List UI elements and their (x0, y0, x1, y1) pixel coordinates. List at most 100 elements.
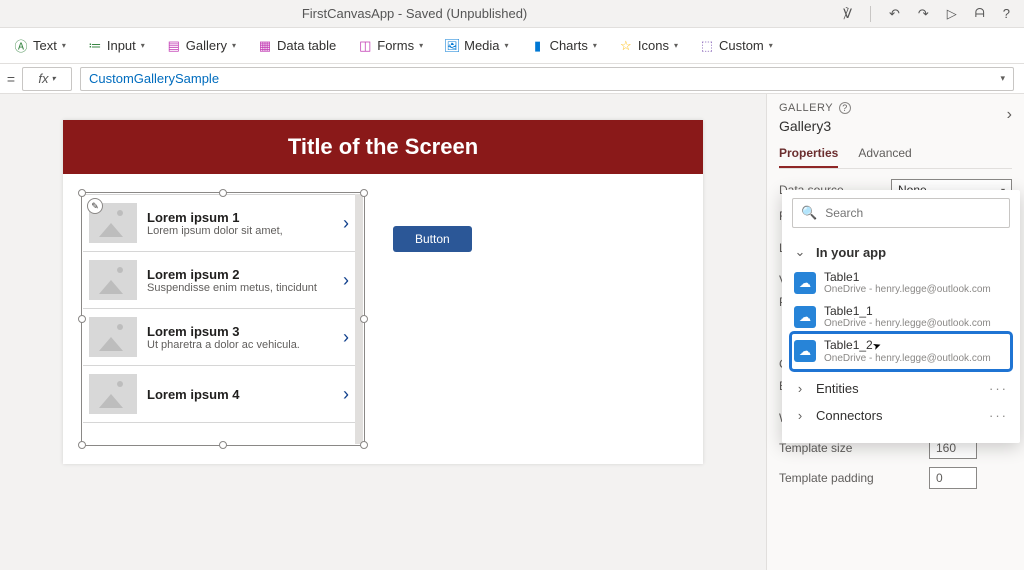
resize-handle[interactable] (219, 441, 227, 449)
gallery-control[interactable]: Lorem ipsum 1 Lorem ipsum dolor sit amet… (83, 194, 363, 444)
custom-icon: ⬚ (700, 39, 714, 53)
gallery-item[interactable]: Lorem ipsum 1 Lorem ipsum dolor sit amet… (83, 194, 355, 252)
chevron-right-icon[interactable]: › (343, 327, 349, 348)
ribbon-input[interactable]: ≔ Input▾ (88, 38, 145, 53)
data-source-item-title: Table1_1 (824, 305, 991, 318)
properties-panel: › GALLERY ? Gallery3 Properties Advanced… (766, 94, 1024, 570)
health-check-icon[interactable]: ℣ (843, 6, 852, 22)
control-name: Gallery3 (779, 118, 1012, 134)
chevron-right-icon[interactable]: › (343, 384, 349, 405)
data-source-search[interactable]: 🔍 (792, 198, 1010, 228)
template-padding-input[interactable]: 0 (929, 467, 977, 489)
ribbon-charts[interactable]: ▮ Charts▾ (531, 38, 597, 53)
data-source-item-sub: OneDrive - henry.legge@outlook.com (824, 353, 991, 364)
formula-expand-icon[interactable]: ▾ (1000, 73, 1005, 84)
gallery-item-title: Lorem ipsum 3 (147, 324, 333, 339)
equals-label: = (0, 71, 22, 87)
data-table-icon: ▦ (258, 39, 272, 53)
ribbon-custom[interactable]: ⬚ Custom▾ (700, 38, 773, 53)
gallery-item-subtitle: Lorem ipsum dolor sit amet, (147, 225, 333, 237)
search-icon: 🔍 (801, 205, 817, 221)
formula-input[interactable]: CustomGallerySample ▾ (80, 67, 1014, 91)
gallery-edit-icon[interactable]: ✎ (87, 198, 103, 214)
chevron-right-icon[interactable]: › (343, 270, 349, 291)
onedrive-icon: ☁ (794, 306, 816, 328)
gallery-item-title: Lorem ipsum 1 (147, 210, 333, 225)
play-icon[interactable]: ▷ (947, 6, 957, 22)
fx-selector[interactable]: fx▾ (22, 67, 72, 91)
formula-bar: = fx▾ CustomGallerySample ▾ (0, 64, 1024, 94)
ribbon-text[interactable]: Ⓐ Text▾ (14, 38, 66, 53)
more-icon[interactable]: ··· (989, 408, 1008, 423)
resize-handle[interactable] (360, 441, 368, 449)
more-icon[interactable]: ··· (989, 381, 1008, 396)
thumbnail-icon (89, 260, 137, 300)
section-entities[interactable]: › Entities ··· (792, 375, 1010, 402)
prop-label-template-size: Template size (779, 441, 929, 455)
chevron-right-icon: › (794, 408, 806, 423)
icons-icon: ☆ (619, 39, 633, 53)
gallery-icon: ▤ (167, 39, 181, 53)
text-icon: Ⓐ (14, 39, 28, 53)
thumbnail-icon (89, 374, 137, 414)
onedrive-icon: ☁ (794, 272, 816, 294)
ribbon: Ⓐ Text▾ ≔ Input▾ ▤ Gallery▾ ▦ Data table… (0, 28, 1024, 64)
gallery-item-title: Lorem ipsum 4 (147, 387, 333, 402)
gallery-item[interactable]: Lorem ipsum 3 Ut pharetra a dolor ac veh… (83, 309, 355, 366)
canvas-screen[interactable]: Title of the Screen ✎ (63, 120, 703, 464)
app-title: FirstCanvasApp - Saved (Unpublished) (0, 6, 829, 21)
ribbon-gallery[interactable]: ▤ Gallery▾ (167, 38, 236, 53)
data-source-item-sub: OneDrive - henry.legge@outlook.com (824, 318, 991, 329)
data-source-item-title: Table1_2➤ (824, 339, 991, 352)
redo-icon[interactable]: ↷ (918, 6, 929, 22)
canvas-area[interactable]: Title of the Screen ✎ (0, 94, 766, 570)
thumbnail-icon (89, 317, 137, 357)
data-source-item-title: Table1 (824, 271, 991, 284)
resize-handle[interactable] (360, 189, 368, 197)
help-icon[interactable]: ? (1003, 6, 1010, 22)
data-source-item[interactable]: ☁ Table1_1 OneDrive - henry.legge@outloo… (792, 300, 1010, 334)
gallery-selection[interactable]: ✎ Lorem ipsum 1 Lorem ipsum dolor sit am… (83, 194, 363, 444)
prop-label-template-padding: Template padding (779, 471, 929, 485)
gallery-item-subtitle: Ut pharetra a dolor ac vehicula. (147, 339, 333, 351)
ribbon-media[interactable]: 🖼 Media▾ (445, 38, 508, 53)
data-source-popup: 🔍 ⌄ In your app ☁ Table1 OneDrive - henr… (782, 190, 1020, 443)
help-icon[interactable]: ? (839, 102, 851, 114)
chevron-right-icon[interactable]: › (343, 213, 349, 234)
resize-handle[interactable] (78, 441, 86, 449)
screen-title: Title of the Screen (63, 120, 703, 174)
gallery-item-title: Lorem ipsum 2 (147, 267, 333, 282)
gallery-item-subtitle: Suspendisse enim metus, tincidunt (147, 282, 333, 294)
resize-handle[interactable] (219, 189, 227, 197)
media-icon: 🖼 (445, 39, 459, 53)
titlebar-divider (870, 6, 871, 22)
ribbon-datatable[interactable]: ▦ Data table (258, 38, 336, 53)
title-bar: FirstCanvasApp - Saved (Unpublished) ℣ ↶… (0, 0, 1024, 28)
section-in-your-app[interactable]: ⌄ In your app (792, 238, 1010, 266)
search-input[interactable] (825, 206, 1001, 220)
ribbon-forms[interactable]: ◫ Forms▾ (358, 38, 423, 53)
panel-collapse-icon[interactable]: › (1007, 106, 1012, 124)
gallery-item[interactable]: Lorem ipsum 4 › (83, 366, 355, 423)
tab-advanced[interactable]: Advanced (858, 142, 911, 168)
onedrive-icon: ☁ (794, 340, 816, 362)
section-connectors[interactable]: › Connectors ··· (792, 402, 1010, 429)
gallery-item[interactable]: Lorem ipsum 2 Suspendisse enim metus, ti… (83, 252, 355, 309)
canvas-button[interactable]: Button (393, 226, 472, 252)
resize-handle[interactable] (78, 315, 86, 323)
data-source-item-selected[interactable]: ☁ Table1_2➤ OneDrive - henry.legge@outlo… (792, 334, 1010, 368)
chevron-down-icon: ⌄ (794, 244, 806, 260)
data-source-item-sub: OneDrive - henry.legge@outlook.com (824, 284, 991, 295)
undo-icon[interactable]: ↶ (889, 6, 900, 22)
charts-icon: ▮ (531, 39, 545, 53)
tab-properties[interactable]: Properties (779, 142, 838, 168)
chevron-right-icon: › (794, 381, 806, 396)
forms-icon: ◫ (358, 39, 372, 53)
data-source-item[interactable]: ☁ Table1 OneDrive - henry.legge@outlook.… (792, 266, 1010, 300)
ribbon-icons[interactable]: ☆ Icons▾ (619, 38, 678, 53)
share-icon[interactable]: ᗩ (975, 6, 985, 22)
panel-category: GALLERY (779, 102, 833, 114)
resize-handle[interactable] (360, 315, 368, 323)
input-icon: ≔ (88, 39, 102, 53)
resize-handle[interactable] (78, 189, 86, 197)
